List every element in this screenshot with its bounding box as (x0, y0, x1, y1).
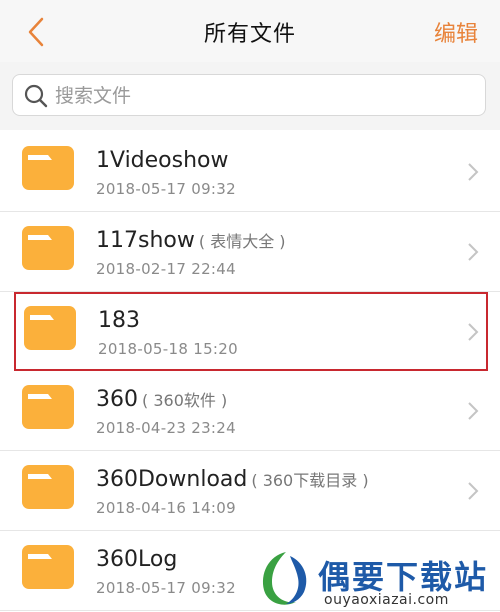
search-input[interactable] (53, 75, 477, 117)
chevron-right-icon (468, 402, 479, 420)
file-date: 2018-04-16 14:09 (96, 499, 236, 517)
watermark: 偶要下载站 ouyaoxiazai.com (256, 548, 500, 612)
file-row[interactable]: 360( 360软件 ) 2018-04-23 23:24 (0, 371, 500, 451)
file-name: 183 (98, 308, 140, 333)
folder-icon (22, 226, 74, 270)
file-name: 1Videoshow (96, 148, 229, 173)
search-icon (24, 84, 48, 108)
file-date: 2018-04-23 23:24 (96, 419, 236, 437)
folder-icon (22, 146, 74, 190)
file-row[interactable]: 1Videoshow 2018-05-17 09:32 (0, 132, 500, 212)
watermark-url: ouyaoxiazai.com (324, 592, 449, 608)
file-row-selected[interactable]: 183 2018-05-18 15:20 (14, 292, 488, 371)
folder-icon (22, 545, 74, 589)
file-list: 1Videoshow 2018-05-17 09:32 117show( 表情大… (0, 132, 500, 611)
logo-icon (262, 552, 307, 605)
file-date: 2018-05-17 09:32 (96, 579, 236, 597)
file-row[interactable]: 117show( 表情大全 ) 2018-02-17 22:44 (0, 212, 500, 292)
edit-button[interactable]: 编辑 (434, 16, 478, 48)
file-row[interactable]: 360Download( 360下载目录 ) 2018-04-16 14:09 (0, 451, 500, 531)
chevron-right-icon (468, 323, 479, 341)
folder-icon (24, 306, 76, 350)
file-name: 117show( 表情大全 ) (96, 228, 286, 253)
chevron-right-icon (468, 243, 479, 261)
chevron-right-icon (468, 163, 479, 181)
folder-icon (22, 465, 74, 509)
file-date: 2018-05-18 15:20 (98, 340, 238, 358)
file-date: 2018-05-17 09:32 (96, 180, 236, 198)
search-box[interactable] (12, 74, 486, 117)
title-bar: 所有文件 编辑 (0, 0, 500, 62)
file-name: 360Download( 360下载目录 ) (96, 467, 369, 492)
folder-icon (22, 385, 74, 429)
file-name: 360Log (96, 547, 178, 572)
page-title: 所有文件 (203, 22, 296, 47)
chevron-right-icon (468, 482, 479, 500)
search-bar (0, 62, 500, 130)
file-name: 360( 360软件 ) (96, 387, 228, 412)
file-date: 2018-02-17 22:44 (96, 260, 236, 278)
